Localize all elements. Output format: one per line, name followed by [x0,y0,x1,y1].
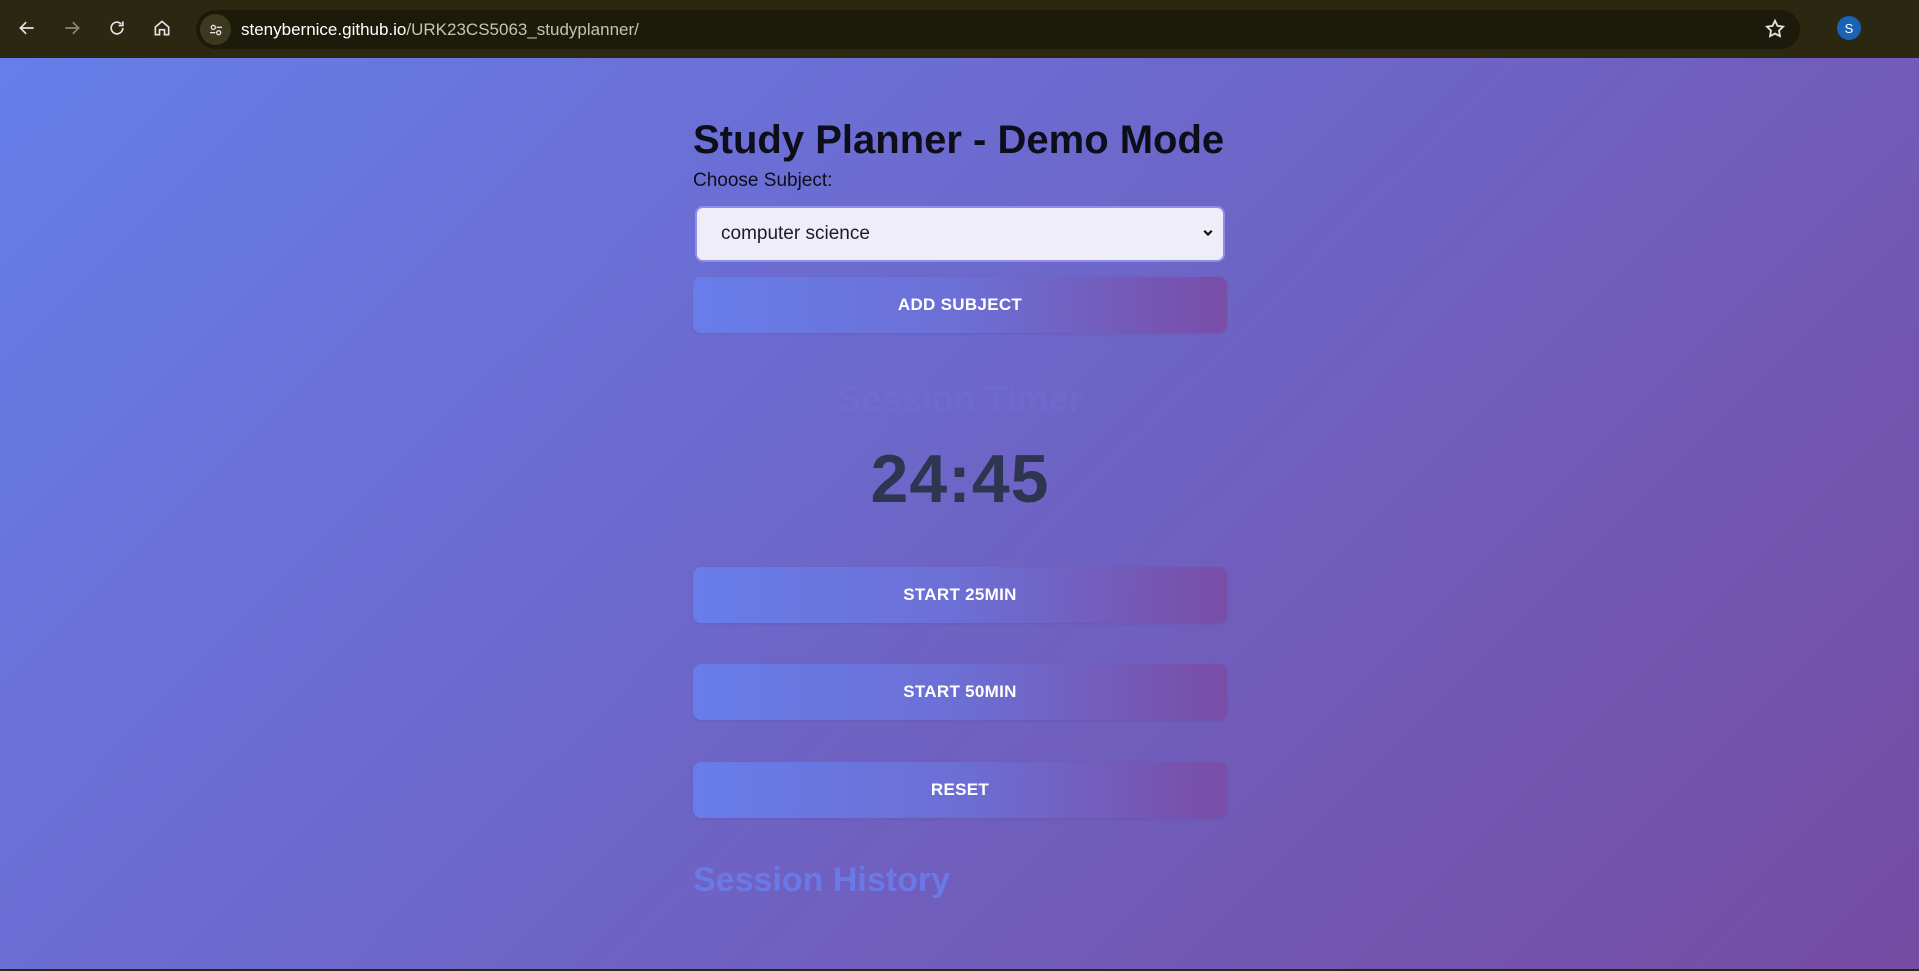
site-settings-icon[interactable] [200,14,231,45]
page-title: Study Planner - Demo Mode [693,118,1225,162]
session-history-heading: Session History [693,861,950,899]
chevron-down-icon [1203,229,1213,237]
bookmark-star-icon[interactable] [1764,18,1786,45]
back-icon[interactable] [9,10,45,46]
add-subject-button[interactable]: ADD SUBJECT [693,277,1227,333]
timer-display: 24:45 [870,441,1050,517]
browser-toolbar: stenybernice.github.io/URK23CS5063_study… [0,0,1919,58]
address-bar[interactable]: stenybernice.github.io/URK23CS5063_study… [196,10,1800,49]
profile-avatar[interactable]: S [1837,16,1861,40]
choose-subject-label: Choose Subject: [693,170,833,191]
session-timer-heading: Session Timer [837,378,1083,419]
url-host: stenybernice.github.io [241,20,407,39]
subject-select[interactable]: computer science [695,206,1225,262]
home-icon[interactable] [144,10,180,46]
subject-select-value: computer science [721,223,870,244]
start-50min-button[interactable]: START 50MIN [693,664,1227,720]
reset-button[interactable]: RESET [693,762,1227,818]
start-25min-button[interactable]: START 25MIN [693,567,1227,623]
page-body: Study Planner - Demo Mode Choose Subject… [0,58,1919,971]
reload-icon[interactable] [99,10,135,46]
url-text[interactable]: stenybernice.github.io/URK23CS5063_study… [241,20,639,40]
url-path: /URK23CS5063_studyplanner/ [406,20,639,39]
forward-icon[interactable] [54,10,90,46]
